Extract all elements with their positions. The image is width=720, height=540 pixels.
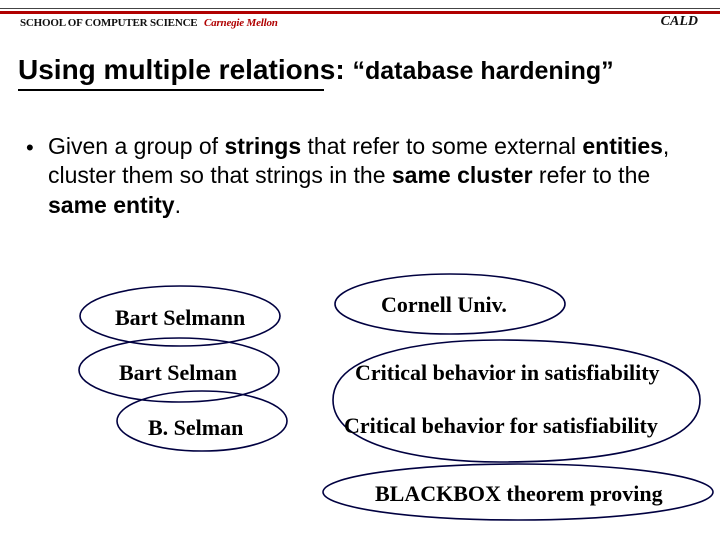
oval-right-1: Critical behavior in satisfiability [355, 360, 660, 386]
oval-right-3: BLACKBOX theorem proving [375, 481, 663, 507]
oval-right-0: Cornell Univ. [381, 292, 507, 318]
scs-logo-text: SCHOOL OF COMPUTER SCIENCE [20, 17, 197, 29]
header-rule-thin [0, 8, 720, 9]
slide-title: Using multiple relations: “database hard… [18, 54, 614, 86]
oval-left-1: Bart Selman [119, 360, 237, 386]
oval-left-2: B. Selman [148, 415, 243, 441]
header-rule-red [0, 11, 720, 14]
body-bullet-text: Given a group of strings that refer to s… [48, 133, 669, 218]
title-underline [18, 89, 324, 91]
title-main: Using multiple relations: [18, 54, 345, 85]
scs-logo: SCHOOL OF COMPUTER SCIENCE Carnegie Mell… [20, 17, 278, 29]
oval-right-2: Critical behavior for satisfiability [344, 413, 658, 439]
oval-left-0: Bart Selmann [115, 305, 245, 331]
body-bullet: • Given a group of strings that refer to… [48, 132, 678, 220]
cald-logo: CALD [661, 14, 698, 30]
slide-header: SCHOOL OF COMPUTER SCIENCE Carnegie Mell… [0, 8, 720, 34]
cmu-logo-text: Carnegie Mellon [204, 17, 278, 29]
title-quoted: “database hardening” [352, 57, 613, 85]
bullet-icon: • [26, 134, 34, 162]
